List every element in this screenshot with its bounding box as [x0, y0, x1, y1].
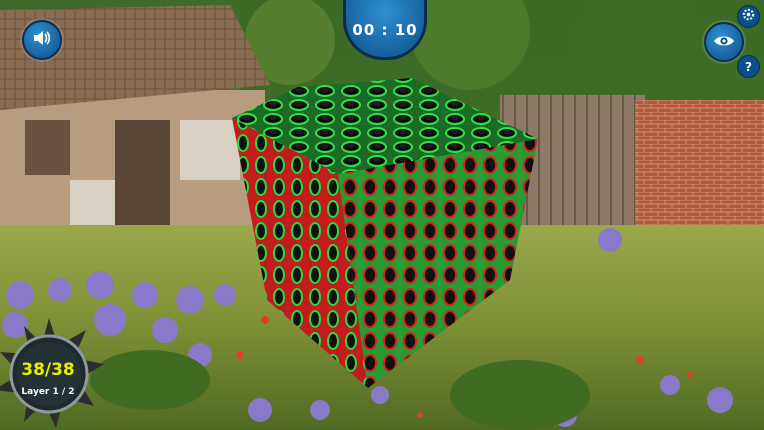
gear-icon	[741, 7, 756, 26]
sound-button[interactable]	[22, 20, 62, 60]
speaker-icon	[32, 29, 52, 51]
help-button[interactable]: ?	[737, 55, 760, 78]
question-icon: ?	[745, 59, 752, 74]
timer-text: 00 : 10	[352, 21, 418, 39]
layer-indicator: Layer 1 / 2	[21, 387, 75, 397]
settings-button[interactable]	[737, 5, 760, 28]
eye-icon	[713, 33, 735, 52]
game-scene	[0, 0, 764, 430]
view-button[interactable]	[704, 22, 744, 62]
progress-count: 38/38	[21, 360, 75, 380]
garden-fence	[500, 95, 764, 235]
